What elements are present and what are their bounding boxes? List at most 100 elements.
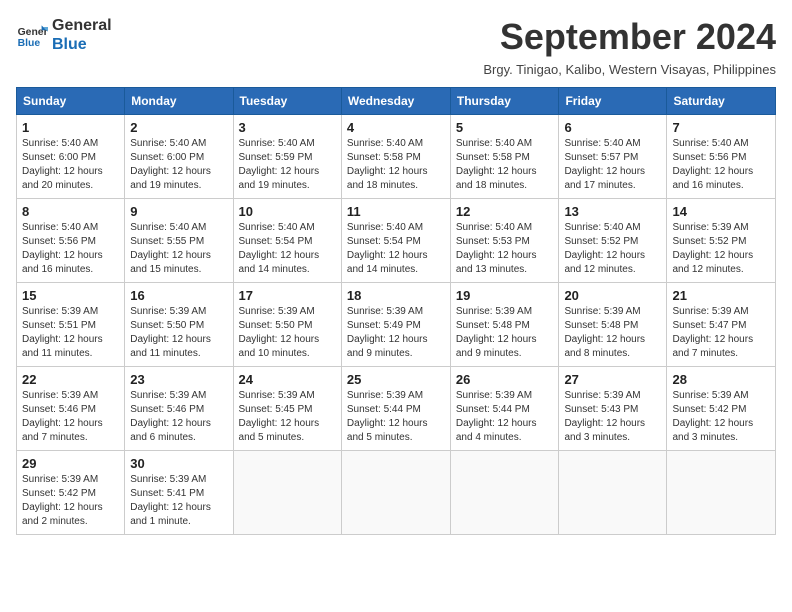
day-info: Sunrise: 5:39 AM Sunset: 5:51 PM Dayligh… <box>22 305 119 361</box>
logo-line2: Blue <box>52 35 112 54</box>
week-row-2: 8 Sunrise: 5:40 AM Sunset: 5:56 PM Daylig… <box>17 199 776 283</box>
day-number: 8 <box>22 204 119 219</box>
week-row-1: 1 Sunrise: 5:40 AM Sunset: 6:00 PM Daylig… <box>17 115 776 199</box>
day-number: 26 <box>456 372 554 387</box>
day-number: 21 <box>672 288 770 303</box>
calendar-cell: 21 Sunrise: 5:39 AM Sunset: 5:47 PM Dayli… <box>667 283 776 367</box>
calendar-cell: 23 Sunrise: 5:39 AM Sunset: 5:46 PM Dayli… <box>125 367 233 451</box>
day-info: Sunrise: 5:40 AM Sunset: 5:55 PM Dayligh… <box>130 221 227 277</box>
calendar-cell: 6 Sunrise: 5:40 AM Sunset: 5:57 PM Daylig… <box>559 115 667 199</box>
week-row-3: 15 Sunrise: 5:39 AM Sunset: 5:51 PM Dayli… <box>17 283 776 367</box>
day-info: Sunrise: 5:39 AM Sunset: 5:52 PM Dayligh… <box>672 221 770 277</box>
day-info: Sunrise: 5:40 AM Sunset: 5:59 PM Dayligh… <box>239 137 336 193</box>
day-info: Sunrise: 5:39 AM Sunset: 5:43 PM Dayligh… <box>564 389 661 445</box>
day-info: Sunrise: 5:39 AM Sunset: 5:48 PM Dayligh… <box>564 305 661 361</box>
calendar-cell: 8 Sunrise: 5:40 AM Sunset: 5:56 PM Daylig… <box>17 199 125 283</box>
calendar-cell: 9 Sunrise: 5:40 AM Sunset: 5:55 PM Daylig… <box>125 199 233 283</box>
subtitle: Brgy. Tinigao, Kalibo, Western Visayas, … <box>16 62 776 77</box>
calendar-cell <box>559 451 667 535</box>
day-info: Sunrise: 5:40 AM Sunset: 5:52 PM Dayligh… <box>564 221 661 277</box>
calendar-cell: 20 Sunrise: 5:39 AM Sunset: 5:48 PM Dayli… <box>559 283 667 367</box>
day-number: 24 <box>239 372 336 387</box>
svg-text:Blue: Blue <box>18 38 41 49</box>
calendar-cell: 15 Sunrise: 5:39 AM Sunset: 5:51 PM Dayli… <box>17 283 125 367</box>
day-info: Sunrise: 5:39 AM Sunset: 5:48 PM Dayligh… <box>456 305 554 361</box>
day-number: 22 <box>22 372 119 387</box>
calendar-cell: 19 Sunrise: 5:39 AM Sunset: 5:48 PM Dayli… <box>450 283 559 367</box>
column-header-tuesday: Tuesday <box>233 88 341 115</box>
day-info: Sunrise: 5:40 AM Sunset: 5:56 PM Dayligh… <box>22 221 119 277</box>
day-number: 17 <box>239 288 336 303</box>
calendar-cell: 25Sunrise: 5:39 AM Sunset: 5:44 PM Dayli… <box>341 367 450 451</box>
day-info: Sunrise: 5:39 AM Sunset: 5:47 PM Dayligh… <box>672 305 770 361</box>
calendar-cell: 18 Sunrise: 5:39 AM Sunset: 5:49 PM Dayli… <box>341 283 450 367</box>
logo: General Blue General Blue <box>16 16 112 54</box>
week-row-4: 22 Sunrise: 5:39 AM Sunset: 5:46 PM Dayli… <box>17 367 776 451</box>
day-number: 14 <box>672 204 770 219</box>
column-header-wednesday: Wednesday <box>341 88 450 115</box>
calendar-header-row: SundayMondayTuesdayWednesdayThursdayFrid… <box>17 88 776 115</box>
month-title: September 2024 <box>500 16 776 58</box>
day-number: 23 <box>130 372 227 387</box>
day-number: 2 <box>130 120 227 135</box>
calendar-cell <box>233 451 341 535</box>
day-info: Sunrise: 5:39 AM Sunset: 5:50 PM Dayligh… <box>130 305 227 361</box>
calendar-cell: 14 Sunrise: 5:39 AM Sunset: 5:52 PM Dayli… <box>667 199 776 283</box>
calendar-cell: 29 Sunrise: 5:39 AM Sunset: 5:42 PM Dayli… <box>17 451 125 535</box>
day-info: Sunrise: 5:40 AM Sunset: 5:54 PM Dayligh… <box>347 221 445 277</box>
header: General Blue General Blue September 2024 <box>16 16 776 58</box>
day-info: Sunrise: 5:39 AM Sunset: 5:42 PM Dayligh… <box>22 473 119 529</box>
day-number: 7 <box>672 120 770 135</box>
day-number: 29 <box>22 456 119 471</box>
logo-icon: General Blue <box>16 19 48 51</box>
column-header-friday: Friday <box>559 88 667 115</box>
week-row-5: 29 Sunrise: 5:39 AM Sunset: 5:42 PM Dayli… <box>17 451 776 535</box>
day-number: 4 <box>347 120 445 135</box>
calendar-cell: 4Sunrise: 5:40 AM Sunset: 5:58 PM Daylig… <box>341 115 450 199</box>
day-info: Sunrise: 5:39 AM Sunset: 5:45 PM Dayligh… <box>239 389 336 445</box>
day-number: 18 <box>347 288 445 303</box>
calendar-table: SundayMondayTuesdayWednesdayThursdayFrid… <box>16 87 776 535</box>
calendar-cell: 2Sunrise: 5:40 AM Sunset: 6:00 PM Daylig… <box>125 115 233 199</box>
title-block: September 2024 <box>500 16 776 58</box>
calendar-cell: 24 Sunrise: 5:39 AM Sunset: 5:45 PM Dayli… <box>233 367 341 451</box>
day-number: 25 <box>347 372 445 387</box>
calendar-cell: 30Sunrise: 5:39 AM Sunset: 5:41 PM Dayli… <box>125 451 233 535</box>
calendar-cell: 7 Sunrise: 5:40 AM Sunset: 5:56 PM Daylig… <box>667 115 776 199</box>
column-header-saturday: Saturday <box>667 88 776 115</box>
column-header-sunday: Sunday <box>17 88 125 115</box>
calendar-cell: 27Sunrise: 5:39 AM Sunset: 5:43 PM Dayli… <box>559 367 667 451</box>
calendar-cell: 1 Sunrise: 5:40 AM Sunset: 6:00 PM Daylig… <box>17 115 125 199</box>
column-header-monday: Monday <box>125 88 233 115</box>
day-info: Sunrise: 5:40 AM Sunset: 5:56 PM Dayligh… <box>672 137 770 193</box>
day-info: Sunrise: 5:39 AM Sunset: 5:41 PM Dayligh… <box>130 473 227 529</box>
day-number: 10 <box>239 204 336 219</box>
calendar-cell: 10Sunrise: 5:40 AM Sunset: 5:54 PM Dayli… <box>233 199 341 283</box>
day-info: Sunrise: 5:40 AM Sunset: 6:00 PM Dayligh… <box>22 137 119 193</box>
day-info: Sunrise: 5:40 AM Sunset: 5:53 PM Dayligh… <box>456 221 554 277</box>
day-info: Sunrise: 5:39 AM Sunset: 5:42 PM Dayligh… <box>672 389 770 445</box>
day-info: Sunrise: 5:39 AM Sunset: 5:50 PM Dayligh… <box>239 305 336 361</box>
day-info: Sunrise: 5:40 AM Sunset: 5:57 PM Dayligh… <box>564 137 661 193</box>
day-number: 1 <box>22 120 119 135</box>
day-info: Sunrise: 5:39 AM Sunset: 5:46 PM Dayligh… <box>22 389 119 445</box>
day-number: 19 <box>456 288 554 303</box>
calendar-cell: 28Sunrise: 5:39 AM Sunset: 5:42 PM Dayli… <box>667 367 776 451</box>
calendar-cell: 13Sunrise: 5:40 AM Sunset: 5:52 PM Dayli… <box>559 199 667 283</box>
calendar-cell: 5Sunrise: 5:40 AM Sunset: 5:58 PM Daylig… <box>450 115 559 199</box>
calendar-cell: 3 Sunrise: 5:40 AM Sunset: 5:59 PM Daylig… <box>233 115 341 199</box>
day-number: 9 <box>130 204 227 219</box>
calendar-cell: 12 Sunrise: 5:40 AM Sunset: 5:53 PM Dayli… <box>450 199 559 283</box>
day-info: Sunrise: 5:39 AM Sunset: 5:44 PM Dayligh… <box>456 389 554 445</box>
calendar-cell <box>341 451 450 535</box>
calendar-cell: 26 Sunrise: 5:39 AM Sunset: 5:44 PM Dayli… <box>450 367 559 451</box>
day-info: Sunrise: 5:39 AM Sunset: 5:49 PM Dayligh… <box>347 305 445 361</box>
day-number: 20 <box>564 288 661 303</box>
day-number: 3 <box>239 120 336 135</box>
day-number: 6 <box>564 120 661 135</box>
calendar-cell <box>667 451 776 535</box>
day-number: 15 <box>22 288 119 303</box>
calendar-cell: 16Sunrise: 5:39 AM Sunset: 5:50 PM Dayli… <box>125 283 233 367</box>
day-info: Sunrise: 5:39 AM Sunset: 5:46 PM Dayligh… <box>130 389 227 445</box>
day-number: 12 <box>456 204 554 219</box>
